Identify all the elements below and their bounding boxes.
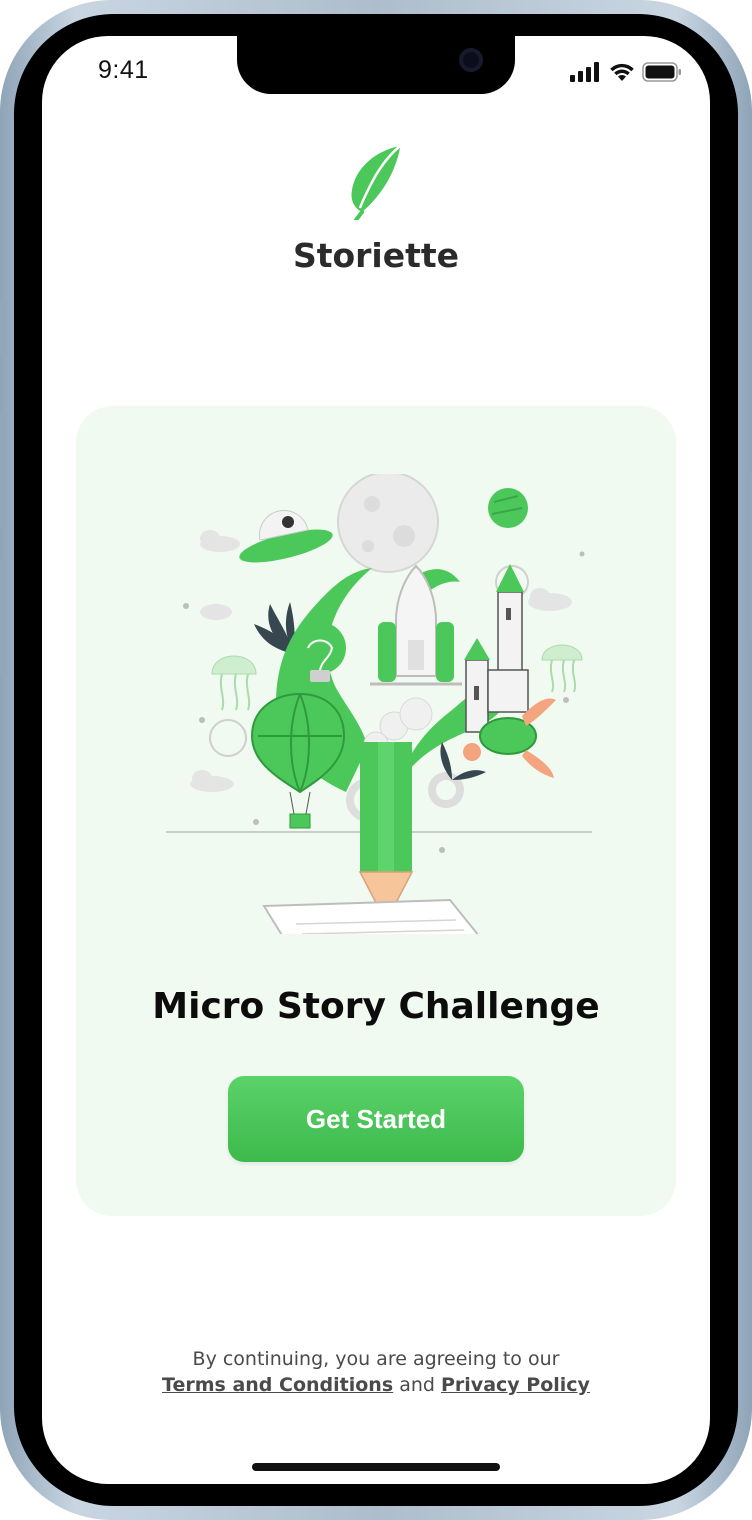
legal-notice: By continuing, you are agreeing to our T… — [42, 1346, 710, 1398]
story-illustration — [166, 474, 592, 934]
signal-icon — [570, 62, 599, 82]
legal-prefix: By continuing, you are agreeing to our — [192, 1348, 560, 1370]
wifi-icon — [610, 63, 634, 81]
volume-down-button — [0, 560, 6, 676]
volume-up-button — [0, 412, 6, 528]
legal-links-row: Terms and Conditions and Privacy Policy — [42, 1372, 710, 1398]
challenge-title: Micro Story Challenge — [152, 986, 600, 1027]
screen: 9:41 Storiette Micro Story Challenge Get… — [42, 36, 710, 1484]
get-started-button[interactable]: Get Started — [228, 1076, 524, 1162]
status-icons — [570, 62, 682, 82]
terms-link[interactable]: Terms and Conditions — [162, 1374, 393, 1396]
notch — [237, 36, 515, 94]
status-time: 9:41 — [98, 56, 149, 84]
feather-logo-icon — [351, 145, 401, 220]
privacy-link[interactable]: Privacy Policy — [441, 1374, 590, 1396]
battery-icon — [642, 62, 681, 82]
power-button — [746, 470, 752, 640]
home-indicator[interactable] — [252, 1463, 500, 1471]
legal-conjunction: and — [399, 1374, 435, 1396]
brand-name: Storiette — [292, 236, 460, 275]
mute-switch — [0, 300, 6, 358]
front-camera — [459, 48, 483, 72]
